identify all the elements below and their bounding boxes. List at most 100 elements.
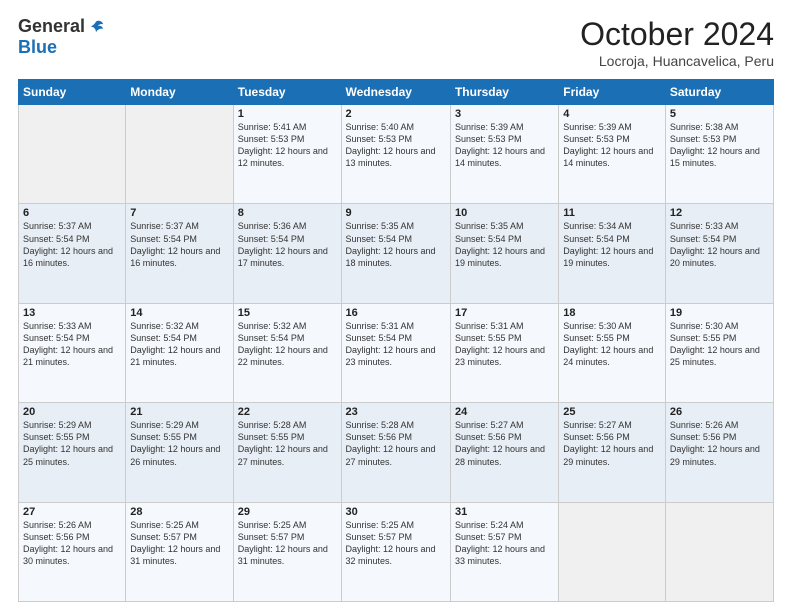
calendar-cell: 14Sunrise: 5:32 AMSunset: 5:54 PMDayligh…: [126, 303, 233, 402]
calendar-cell: 31Sunrise: 5:24 AMSunset: 5:57 PMDayligh…: [450, 502, 558, 601]
calendar-cell: 11Sunrise: 5:34 AMSunset: 5:54 PMDayligh…: [559, 204, 666, 303]
cell-content: Sunrise: 5:31 AMSunset: 5:54 PMDaylight:…: [346, 320, 446, 369]
cell-content: Sunrise: 5:29 AMSunset: 5:55 PMDaylight:…: [23, 419, 121, 468]
calendar-cell: 22Sunrise: 5:28 AMSunset: 5:55 PMDayligh…: [233, 403, 341, 502]
cell-content: Sunrise: 5:35 AMSunset: 5:54 PMDaylight:…: [346, 220, 446, 269]
calendar-cell: 25Sunrise: 5:27 AMSunset: 5:56 PMDayligh…: [559, 403, 666, 502]
day-number: 31: [455, 506, 554, 518]
day-number: 8: [238, 207, 337, 219]
cell-content: Sunrise: 5:37 AMSunset: 5:54 PMDaylight:…: [130, 220, 228, 269]
day-number: 27: [23, 506, 121, 518]
day-number: 15: [238, 307, 337, 319]
cell-content: Sunrise: 5:24 AMSunset: 5:57 PMDaylight:…: [455, 519, 554, 568]
cell-content: Sunrise: 5:26 AMSunset: 5:56 PMDaylight:…: [23, 519, 121, 568]
calendar-cell: [665, 502, 773, 601]
cell-content: Sunrise: 5:37 AMSunset: 5:54 PMDaylight:…: [23, 220, 121, 269]
calendar-cell: 5Sunrise: 5:38 AMSunset: 5:53 PMDaylight…: [665, 105, 773, 204]
cell-content: Sunrise: 5:28 AMSunset: 5:55 PMDaylight:…: [238, 419, 337, 468]
day-number: 28: [130, 506, 228, 518]
day-number: 18: [563, 307, 661, 319]
calendar-cell: 18Sunrise: 5:30 AMSunset: 5:55 PMDayligh…: [559, 303, 666, 402]
calendar-page: General Blue October 2024 Locroja, Huanc…: [0, 0, 792, 612]
cell-content: Sunrise: 5:38 AMSunset: 5:53 PMDaylight:…: [670, 121, 769, 170]
logo-bird-icon: [87, 18, 105, 36]
day-number: 2: [346, 108, 446, 120]
calendar-cell: [559, 502, 666, 601]
day-number: 22: [238, 406, 337, 418]
cell-content: Sunrise: 5:27 AMSunset: 5:56 PMDaylight:…: [563, 419, 661, 468]
month-title: October 2024: [580, 16, 774, 53]
header: General Blue October 2024 Locroja, Huanc…: [18, 16, 774, 69]
calendar-cell: 24Sunrise: 5:27 AMSunset: 5:56 PMDayligh…: [450, 403, 558, 502]
day-number: 26: [670, 406, 769, 418]
cell-content: Sunrise: 5:25 AMSunset: 5:57 PMDaylight:…: [346, 519, 446, 568]
day-number: 11: [563, 207, 661, 219]
day-number: 24: [455, 406, 554, 418]
calendar-cell: 13Sunrise: 5:33 AMSunset: 5:54 PMDayligh…: [19, 303, 126, 402]
title-block: October 2024 Locroja, Huancavelica, Peru: [580, 16, 774, 69]
day-number: 7: [130, 207, 228, 219]
col-header-thursday: Thursday: [450, 80, 558, 105]
cell-content: Sunrise: 5:41 AMSunset: 5:53 PMDaylight:…: [238, 121, 337, 170]
calendar-cell: 19Sunrise: 5:30 AMSunset: 5:55 PMDayligh…: [665, 303, 773, 402]
calendar-cell: 20Sunrise: 5:29 AMSunset: 5:55 PMDayligh…: [19, 403, 126, 502]
calendar-table: SundayMondayTuesdayWednesdayThursdayFrid…: [18, 79, 774, 602]
calendar-cell: [19, 105, 126, 204]
calendar-cell: 30Sunrise: 5:25 AMSunset: 5:57 PMDayligh…: [341, 502, 450, 601]
col-header-wednesday: Wednesday: [341, 80, 450, 105]
calendar-cell: 21Sunrise: 5:29 AMSunset: 5:55 PMDayligh…: [126, 403, 233, 502]
calendar-cell: 16Sunrise: 5:31 AMSunset: 5:54 PMDayligh…: [341, 303, 450, 402]
logo-general-text: General: [18, 16, 85, 37]
day-number: 29: [238, 506, 337, 518]
logo-blue-text: Blue: [18, 37, 57, 58]
calendar-cell: 10Sunrise: 5:35 AMSunset: 5:54 PMDayligh…: [450, 204, 558, 303]
calendar-cell: 1Sunrise: 5:41 AMSunset: 5:53 PMDaylight…: [233, 105, 341, 204]
cell-content: Sunrise: 5:33 AMSunset: 5:54 PMDaylight:…: [23, 320, 121, 369]
day-number: 9: [346, 207, 446, 219]
cell-content: Sunrise: 5:39 AMSunset: 5:53 PMDaylight:…: [563, 121, 661, 170]
day-number: 30: [346, 506, 446, 518]
cell-content: Sunrise: 5:31 AMSunset: 5:55 PMDaylight:…: [455, 320, 554, 369]
day-number: 6: [23, 207, 121, 219]
cell-content: Sunrise: 5:26 AMSunset: 5:56 PMDaylight:…: [670, 419, 769, 468]
col-header-tuesday: Tuesday: [233, 80, 341, 105]
day-number: 19: [670, 307, 769, 319]
cell-content: Sunrise: 5:36 AMSunset: 5:54 PMDaylight:…: [238, 220, 337, 269]
cell-content: Sunrise: 5:33 AMSunset: 5:54 PMDaylight:…: [670, 220, 769, 269]
calendar-cell: 6Sunrise: 5:37 AMSunset: 5:54 PMDaylight…: [19, 204, 126, 303]
calendar-cell: 2Sunrise: 5:40 AMSunset: 5:53 PMDaylight…: [341, 105, 450, 204]
col-header-saturday: Saturday: [665, 80, 773, 105]
day-number: 13: [23, 307, 121, 319]
calendar-cell: 12Sunrise: 5:33 AMSunset: 5:54 PMDayligh…: [665, 204, 773, 303]
calendar-cell: 27Sunrise: 5:26 AMSunset: 5:56 PMDayligh…: [19, 502, 126, 601]
day-number: 21: [130, 406, 228, 418]
cell-content: Sunrise: 5:30 AMSunset: 5:55 PMDaylight:…: [563, 320, 661, 369]
day-number: 25: [563, 406, 661, 418]
day-number: 1: [238, 108, 337, 120]
calendar-cell: 28Sunrise: 5:25 AMSunset: 5:57 PMDayligh…: [126, 502, 233, 601]
cell-content: Sunrise: 5:27 AMSunset: 5:56 PMDaylight:…: [455, 419, 554, 468]
cell-content: Sunrise: 5:34 AMSunset: 5:54 PMDaylight:…: [563, 220, 661, 269]
col-header-friday: Friday: [559, 80, 666, 105]
cell-content: Sunrise: 5:29 AMSunset: 5:55 PMDaylight:…: [130, 419, 228, 468]
calendar-cell: 26Sunrise: 5:26 AMSunset: 5:56 PMDayligh…: [665, 403, 773, 502]
col-header-sunday: Sunday: [19, 80, 126, 105]
day-number: 16: [346, 307, 446, 319]
cell-content: Sunrise: 5:40 AMSunset: 5:53 PMDaylight:…: [346, 121, 446, 170]
calendar-cell: 4Sunrise: 5:39 AMSunset: 5:53 PMDaylight…: [559, 105, 666, 204]
cell-content: Sunrise: 5:35 AMSunset: 5:54 PMDaylight:…: [455, 220, 554, 269]
logo: General Blue: [18, 16, 105, 58]
calendar-cell: 8Sunrise: 5:36 AMSunset: 5:54 PMDaylight…: [233, 204, 341, 303]
calendar-cell: 9Sunrise: 5:35 AMSunset: 5:54 PMDaylight…: [341, 204, 450, 303]
cell-content: Sunrise: 5:28 AMSunset: 5:56 PMDaylight:…: [346, 419, 446, 468]
col-header-monday: Monday: [126, 80, 233, 105]
day-number: 17: [455, 307, 554, 319]
day-number: 20: [23, 406, 121, 418]
day-number: 4: [563, 108, 661, 120]
day-number: 23: [346, 406, 446, 418]
calendar-cell: 17Sunrise: 5:31 AMSunset: 5:55 PMDayligh…: [450, 303, 558, 402]
cell-content: Sunrise: 5:32 AMSunset: 5:54 PMDaylight:…: [238, 320, 337, 369]
day-number: 10: [455, 207, 554, 219]
cell-content: Sunrise: 5:39 AMSunset: 5:53 PMDaylight:…: [455, 121, 554, 170]
calendar-cell: 29Sunrise: 5:25 AMSunset: 5:57 PMDayligh…: [233, 502, 341, 601]
